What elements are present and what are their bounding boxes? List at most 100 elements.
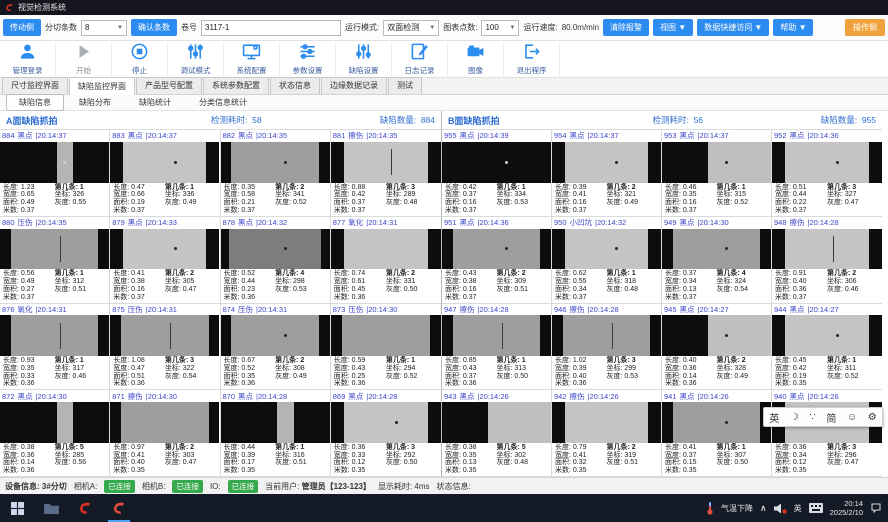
gear-icon[interactable]: ⚙ [868,412,877,423]
main-tab-0[interactable]: 尺寸监控界面 [2,77,68,94]
defect-time: |20:14:37 [146,131,177,140]
toolbar-button-monitor[interactable]: 系统配置 [224,42,280,76]
hidden-icons-chevron[interactable]: ∧ [760,503,767,514]
defect-meta-right: 第几条: 2坐标: 328灰度: 0.49 [717,357,749,380]
defect-cell[interactable]: 880压伤|20:14:35长度: 0.56宽度: 0.49面积: 0.27米数… [0,217,110,304]
defect-cell[interactable]: 943黑点|20:14:26长度: 0.38宽度: 0.35面积: 0.13米数… [442,390,552,477]
defect-type: 黑点 [680,217,695,228]
main-tab-2[interactable]: 产品型号配置 [136,77,202,94]
defect-cell[interactable]: 872黑点|20:14:30长度: 0.38宽度: 0.36面积: 0.14米数… [0,390,110,477]
defect-cell[interactable]: 940黑点|20:14:26长度: 0.36宽度: 0.34面积: 0.12米数… [772,390,882,477]
defect-cell[interactable]: 951黑点|20:14:36长度: 0.43宽度: 0.38面积: 0.16米数… [442,217,552,304]
defect-gray: 灰度: 0.49 [717,373,749,381]
lang-simplified-toggle[interactable]: 简 [826,410,836,425]
notification-icon[interactable] [870,502,882,514]
defect-type: 黑点 [460,130,475,141]
roll-number-input[interactable] [201,20,341,36]
defect-cell[interactable]: 953黑点|20:14:37长度: 0.46宽度: 0.35面积: 0.16米数… [662,130,772,217]
defect-cell-header: 950小凹坑|20:14:32 [552,217,661,229]
defect-number: 878 [223,218,236,227]
toolbar-button-user[interactable]: 管理登录 [0,42,56,76]
defect-coord: 坐标: 294 [386,365,418,373]
lang-en-toggle[interactable]: 英 [769,410,779,425]
toolbar-button-sliders-v[interactable]: 缺陷设置 [336,42,392,76]
help-menu-button[interactable]: 帮助 ▼ [773,19,813,36]
emoji-icon[interactable]: ☺ [847,412,857,423]
defect-meter: 米数: 0.37 [775,207,879,215]
confirm-count-button[interactable]: 确认条数 [131,19,177,36]
defect-cell[interactable]: 946擦伤|20:14:28长度: 1.02宽度: 0.39面积: 0.40米数… [552,304,662,391]
defect-thumbnail [331,229,441,270]
taskbar-app-explorer[interactable] [34,494,68,522]
defect-cell[interactable]: 870黑点|20:14:28长度: 0.44宽度: 0.39面积: 0.17米数… [221,390,331,477]
toolbar-button-log[interactable]: 日志记录 [392,42,448,76]
defect-cell[interactable]: 947擦伤|20:14:28长度: 0.85宽度: 0.43面积: 0.37米数… [442,304,552,391]
sub-tab-0[interactable]: 缺陷信息 [6,94,64,111]
taskbar-app-inspection[interactable] [68,494,102,522]
toolbar-button-camera[interactable]: 图像 [448,42,504,76]
defect-cell[interactable]: 950小凹坑|20:14:32长度: 0.62宽度: 0.55面积: 0.34米… [552,217,662,304]
main-tab-1[interactable]: 缺陷监控界面 [69,77,135,95]
toolbar-button-stop[interactable]: 停止 [112,42,168,76]
defect-cell[interactable]: 877氧化|20:14:31长度: 0.74宽度: 0.61面积: 0.45米数… [331,217,441,304]
chart-points-select[interactable]: 100▼ [481,20,519,36]
defect-cell[interactable]: 883黑点|20:14:37长度: 0.47宽度: 0.66面积: 0.19米数… [110,130,220,217]
sub-tab-2[interactable]: 缺陷统计 [126,94,184,111]
defect-cell[interactable]: 945黑点|20:14:27长度: 0.40宽度: 0.36面积: 0.14米数… [662,304,772,391]
sub-tab-3[interactable]: 分类信息统计 [186,94,260,111]
defect-cell[interactable]: 948擦伤|20:14:28长度: 0.91宽度: 0.40面积: 0.36米数… [772,217,882,304]
defect-cell[interactable]: 944黑点|20:14:27长度: 0.45宽度: 0.42面积: 0.19米数… [772,304,882,391]
start-button[interactable] [0,494,34,522]
defect-cell[interactable]: 949黑点|20:14:30长度: 0.37宽度: 0.34面积: 0.13米数… [662,217,772,304]
toolbar-button-tune[interactable]: 调试模式 [168,42,224,76]
main-tab-4[interactable]: 状态信息 [270,77,320,94]
defect-gray: 灰度: 0.55 [55,199,87,207]
sub-tab-1[interactable]: 缺陷分布 [66,94,124,111]
defect-meter: 米数: 0.36 [445,380,548,388]
toolbar-button-sliders-h[interactable]: 参数设置 [280,42,336,76]
split-count-select[interactable]: 8▼ [81,20,127,36]
defect-cell[interactable]: 876氧化|20:14:31长度: 0.93宽度: 0.35面积: 0.33米数… [0,304,110,391]
run-mode-select[interactable]: 双面检测▼ [383,20,439,36]
input-method-bar[interactable]: 英 ☽ ∵ 简 ☺ ⚙ [763,407,883,427]
defect-cell[interactable]: 881擦伤|20:14:35长度: 0.88宽度: 0.42面积: 0.37米数… [331,130,441,217]
camera-a-label: 相机A: [74,481,98,492]
defect-cell[interactable]: 955黑点|20:14:39长度: 0.42宽度: 0.37面积: 0.16米数… [442,130,552,217]
defect-cell[interactable]: 878黑点|20:14:32长度: 0.52宽度: 0.44面积: 0.23米数… [221,217,331,304]
toolbar-button-exit[interactable]: 退出程序 [504,42,560,76]
quick-access-menu-button[interactable]: 数据快捷访问 ▼ [697,19,769,36]
defect-time: |20:14:31 [36,305,67,314]
theme-moon-icon[interactable]: ☽ [790,412,799,423]
keyboard-icon[interactable] [809,503,823,513]
defect-meta-right: 第几条: 1坐标: 311灰度: 0.52 [827,357,859,380]
cursor-icon[interactable]: ∵ [809,412,815,423]
defect-cell[interactable]: 942擦伤|20:14:26长度: 0.79宽度: 0.41面积: 0.32米数… [552,390,662,477]
defect-cell[interactable]: 879黑点|20:14:33长度: 0.41宽度: 0.38面积: 0.16米数… [110,217,220,304]
main-tab-3[interactable]: 系统参数配置 [203,77,269,94]
defect-cell[interactable]: 873压伤|20:14:30长度: 0.59宽度: 0.43面积: 0.25米数… [331,304,441,391]
drive-side-button[interactable]: 传动侧 [3,19,41,36]
defect-cell[interactable]: 884黑点|20:14:37长度: 1.23宽度: 0.65面积: 0.49米数… [0,130,110,217]
clear-alarm-button[interactable]: 清除报警 [603,19,649,36]
defect-cell[interactable]: 871擦伤|20:14:30长度: 0.97宽度: 0.41面积: 0.40米数… [110,390,220,477]
weather-ticker[interactable]: 气温下降 [721,503,753,514]
split-count-label: 分切条数 [45,22,77,33]
volume-icon[interactable] [774,503,787,514]
main-tab-5[interactable]: 边缘数据记录 [321,77,387,94]
defect-cell[interactable]: 952黑点|20:14:36长度: 0.51宽度: 0.44面积: 0.22米数… [772,130,882,217]
defect-cell[interactable]: 874压伤|20:14:31长度: 0.67宽度: 0.52面积: 0.35米数… [221,304,331,391]
defect-cell[interactable]: 875压伤|20:14:31长度: 1.08宽度: 0.47面积: 0.51米数… [110,304,220,391]
defect-time: |20:14:35 [36,218,67,227]
toolbar-button-play[interactable]: 开始 [56,42,112,76]
taskbar-app-inspection-active[interactable] [102,494,136,522]
defect-cell[interactable]: 869黑点|20:14:28长度: 0.36宽度: 0.33面积: 0.12米数… [331,390,441,477]
view-menu-button[interactable]: 视图 ▼ [653,19,693,36]
defect-time: |20:14:31 [256,305,287,314]
operator-side-button[interactable]: 操作侧 [845,19,885,36]
defect-cell[interactable]: 941黑点|20:14:26长度: 0.41宽度: 0.37面积: 0.15米数… [662,390,772,477]
defect-cell[interactable]: 882黑点|20:14:35长度: 0.35宽度: 0.58面积: 0.21米数… [221,130,331,217]
defect-cell[interactable]: 954黑点|20:14:37长度: 0.39宽度: 0.41面积: 0.16米数… [552,130,662,217]
language-indicator[interactable]: 英 [794,503,802,514]
clock[interactable]: 20:14 2025/2/10 [830,499,863,517]
main-tab-6[interactable]: 测试 [388,77,422,94]
